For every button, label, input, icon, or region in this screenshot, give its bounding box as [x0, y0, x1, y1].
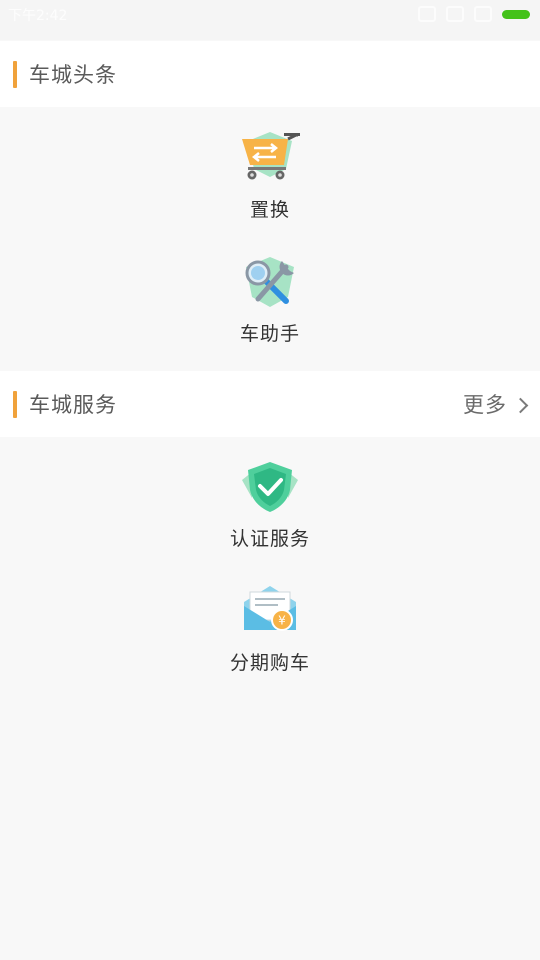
notification-icon — [474, 6, 492, 22]
tile-certification[interactable]: 认证服务 — [190, 458, 350, 566]
status-time: 下午2:42 — [8, 8, 68, 24]
chevron-right-icon — [512, 397, 529, 413]
alarm-icon — [418, 6, 436, 22]
section-accent-bar — [13, 391, 17, 418]
svg-text:¥: ¥ — [278, 614, 286, 628]
wifi-icon — [446, 6, 464, 22]
tile-label: 认证服务 — [229, 528, 310, 550]
tile-car-helper[interactable]: 车助手 — [190, 253, 350, 361]
tile-label: 置换 — [249, 199, 290, 221]
tools-icon — [245, 257, 294, 307]
tile-replace[interactable]: 置换 — [190, 129, 350, 237]
shield-check-icon — [242, 462, 298, 512]
section-accent-bar — [13, 61, 17, 88]
section-header-services: 车城服务 更多 — [0, 371, 540, 437]
more-link[interactable]: 更多 — [463, 389, 529, 419]
section-title: 车城服务 — [29, 393, 117, 417]
status-bar: 下午2:42 — [0, 0, 540, 40]
status-icons — [418, 6, 530, 22]
more-label: 更多 — [463, 393, 507, 417]
battery-icon — [502, 9, 530, 19]
tile-label: 分期购车 — [229, 652, 310, 674]
tile-installment-purchase[interactable]: ¥ 分期购车 — [190, 582, 350, 690]
section-header-headlines: 车城头条 — [0, 41, 540, 107]
tile-label: 车助手 — [239, 323, 300, 345]
section-title: 车城头条 — [29, 63, 117, 87]
cart-swap-icon — [242, 132, 300, 180]
envelope-coin-icon: ¥ — [244, 586, 296, 631]
